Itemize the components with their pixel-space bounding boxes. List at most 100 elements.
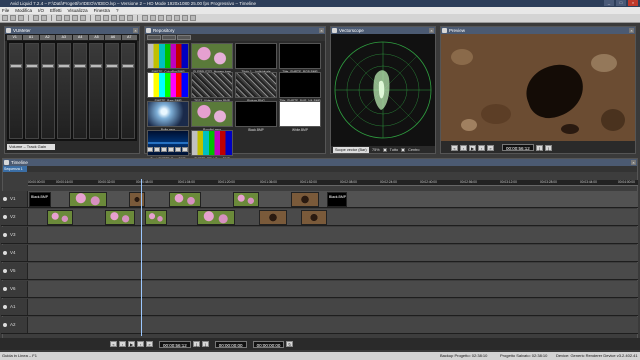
repo-delete-icon[interactable] bbox=[182, 147, 188, 152]
menu-window[interactable]: Finestra bbox=[94, 7, 110, 14]
track-a2[interactable]: A2 bbox=[1, 317, 638, 334]
repo-tab[interactable] bbox=[177, 35, 191, 40]
track-enable-icon[interactable] bbox=[3, 287, 7, 291]
step-back-icon[interactable]: ‹ bbox=[119, 341, 126, 347]
repo-item[interactable]: Black.BMP bbox=[235, 101, 277, 132]
repo-sort-icon[interactable] bbox=[175, 147, 181, 152]
repo-item[interactable]: Titolo 1 – Individuale bbox=[235, 43, 277, 74]
track-header[interactable]: A1 bbox=[1, 299, 28, 315]
repo-search-icon[interactable] bbox=[161, 147, 167, 152]
save-icon[interactable] bbox=[18, 15, 24, 21]
repo-item[interactable]: SMPTE_Bars.BMP bbox=[147, 72, 189, 103]
copy-icon[interactable] bbox=[64, 15, 70, 21]
mark-in-icon[interactable]: [ bbox=[192, 341, 200, 347]
repo-item[interactable]: Picture.PNG bbox=[235, 72, 277, 103]
timeline-clip[interactable] bbox=[169, 192, 201, 207]
repo-item[interactable]: White.BMP bbox=[279, 101, 321, 132]
timeline-playhead[interactable] bbox=[141, 179, 142, 336]
repo-item[interactable]: Tuni_SMPTE_Bars.BMP bbox=[147, 130, 189, 161]
menu-file[interactable]: File bbox=[2, 7, 9, 14]
timeline-clip[interactable] bbox=[145, 210, 167, 225]
sequence-tab[interactable]: Sequenza 1 bbox=[3, 166, 27, 172]
new-icon[interactable] bbox=[2, 15, 8, 21]
fast-forward-icon[interactable]: » bbox=[487, 144, 494, 151]
repo-item[interactable]: SMPTE_EBU_Bars.BMP bbox=[191, 130, 233, 161]
play-icon[interactable]: ▶ bbox=[128, 341, 135, 347]
audio-icon[interactable] bbox=[150, 15, 156, 21]
preview-timecode[interactable]: 00:00:56:12 bbox=[502, 144, 534, 151]
vumeter-mode-select[interactable]: Volume – Track Gain bbox=[7, 144, 55, 150]
play-icon[interactable]: ▶ bbox=[469, 144, 476, 151]
track-v5[interactable]: V5 bbox=[1, 263, 638, 280]
track-header[interactable]: A2 bbox=[1, 317, 28, 333]
channel-fader[interactable] bbox=[89, 43, 103, 139]
menu-effects[interactable]: Effetti bbox=[50, 7, 61, 14]
timeline-clip[interactable] bbox=[291, 192, 319, 207]
repo-item[interactable]: Title_SMPTE_RGB.BMP bbox=[279, 43, 321, 74]
rewind-icon[interactable]: « bbox=[451, 144, 458, 151]
paste-icon[interactable] bbox=[72, 15, 78, 21]
track-v6[interactable]: V6 bbox=[1, 281, 638, 298]
repo-item[interactable]: GLEBBUZZO_flowers.bmp bbox=[191, 43, 233, 74]
center-checkbox[interactable] bbox=[401, 148, 406, 152]
close-icon[interactable]: × bbox=[319, 28, 324, 33]
track-enable-icon[interactable] bbox=[3, 197, 7, 201]
timeline-clip[interactable] bbox=[47, 210, 73, 225]
track-header[interactable]: V2 bbox=[1, 209, 28, 225]
channel-fader[interactable] bbox=[25, 43, 39, 139]
track-header[interactable]: V6 bbox=[1, 281, 28, 297]
menu-help[interactable]: ? bbox=[116, 7, 119, 14]
repo-item[interactable]: SMPTE_ColorBar.BMP bbox=[147, 43, 189, 74]
menu-io[interactable]: I/O bbox=[38, 7, 44, 14]
open-icon[interactable] bbox=[10, 15, 16, 21]
timeline-clip[interactable]: Black.BMP bbox=[29, 192, 51, 207]
timeline-clip[interactable] bbox=[233, 192, 259, 207]
track-header[interactable]: V4 bbox=[1, 245, 28, 261]
timeline-clip[interactable] bbox=[259, 210, 287, 225]
title-icon[interactable] bbox=[166, 15, 172, 21]
all-checkbox[interactable] bbox=[382, 148, 387, 152]
loop-icon[interactable]: ↻ bbox=[286, 341, 294, 347]
redo-icon[interactable] bbox=[41, 15, 47, 21]
link-icon[interactable] bbox=[111, 15, 117, 21]
channel-fader[interactable] bbox=[41, 43, 55, 139]
import-icon[interactable] bbox=[174, 15, 180, 21]
in-point-timecode[interactable]: 00:00:00:00 bbox=[214, 340, 247, 348]
track-enable-icon[interactable] bbox=[3, 305, 7, 309]
track-enable-icon[interactable] bbox=[3, 233, 7, 237]
maximize-icon[interactable]: □ bbox=[616, 0, 626, 6]
close-icon[interactable]: × bbox=[429, 28, 434, 33]
close-icon[interactable]: × bbox=[631, 160, 636, 165]
step-forward-icon[interactable]: › bbox=[137, 341, 144, 347]
repo-item[interactable]: Title_SMPTE_BAR_NA.BMP bbox=[279, 72, 321, 103]
export-icon[interactable] bbox=[182, 15, 188, 21]
timeline-timecode[interactable]: 00:00:56:12 bbox=[159, 340, 191, 348]
rewind-icon[interactable]: « bbox=[110, 341, 117, 347]
timeline-clip[interactable] bbox=[301, 210, 327, 225]
repo-new-icon[interactable] bbox=[147, 147, 153, 152]
track-v4[interactable]: V4 bbox=[1, 245, 638, 262]
timeline-clip[interactable] bbox=[129, 192, 145, 207]
timeline-clip[interactable] bbox=[69, 192, 107, 207]
repo-item[interactable]: TEST_Video_Noise.BMP bbox=[191, 72, 233, 103]
timeline-clip[interactable] bbox=[105, 210, 135, 225]
close-icon[interactable]: × bbox=[133, 28, 138, 33]
repo-item[interactable]: Rondini.mpg bbox=[191, 101, 233, 132]
minimize-icon[interactable]: _ bbox=[604, 0, 614, 6]
channel-fader[interactable] bbox=[121, 43, 135, 139]
fast-forward-icon[interactable]: » bbox=[146, 341, 153, 347]
repo-import-icon[interactable] bbox=[154, 147, 160, 152]
mark-in-icon[interactable]: [ bbox=[535, 144, 543, 151]
settings-icon[interactable] bbox=[190, 15, 196, 21]
timeline-clip[interactable] bbox=[197, 210, 235, 225]
undo-icon[interactable] bbox=[33, 15, 39, 21]
out-point-timecode[interactable]: 00:00:00:00 bbox=[252, 340, 285, 348]
close-icon[interactable]: × bbox=[628, 0, 638, 6]
channel-fader[interactable] bbox=[105, 43, 119, 139]
menu-edit[interactable]: Modifica bbox=[15, 7, 32, 14]
track-enable-icon[interactable] bbox=[3, 269, 7, 273]
track-a1[interactable]: A1 bbox=[1, 299, 638, 316]
track-header[interactable]: V3 bbox=[1, 227, 28, 243]
track-v1[interactable]: V1 Black.BMP Black.BMP bbox=[1, 191, 638, 208]
cut-icon[interactable] bbox=[56, 15, 62, 21]
